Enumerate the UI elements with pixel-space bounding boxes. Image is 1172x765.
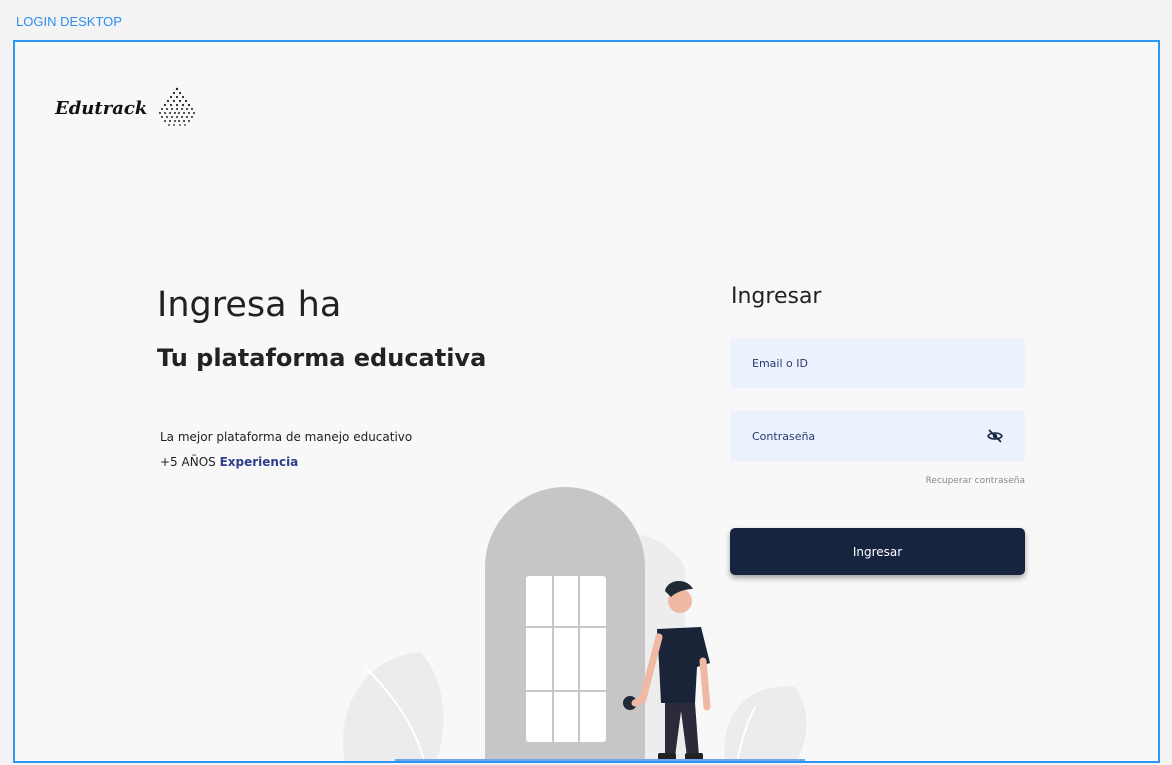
login-title: Ingresar [731, 284, 822, 309]
eye-slash-icon[interactable] [987, 428, 1003, 444]
hero-description: La mejor plataforma de manejo educativo [160, 430, 413, 444]
login-desktop-frame: Edutrack Ingresa ha Tu plataforma educat… [13, 40, 1160, 763]
hero-title: Ingresa ha [157, 285, 342, 325]
brand-logo[interactable]: Edutrack [55, 86, 199, 130]
email-input[interactable] [752, 356, 972, 370]
hero-years-prefix: +5 AÑOS [160, 455, 220, 469]
frame-label: LOGIN DESKTOP [16, 14, 122, 29]
password-field-container[interactable] [730, 411, 1025, 461]
password-input[interactable] [752, 429, 972, 443]
brand-name: Edutrack [55, 97, 148, 119]
hero-years-accent: Experiencia [219, 455, 299, 469]
hero-experience: +5 AÑOS Experiencia [160, 455, 298, 469]
dotted-fan-icon [159, 87, 196, 126]
hero-subtitle: Tu plataforma educativa [157, 344, 487, 372]
person-at-door-illustration [343, 487, 807, 761]
email-field-container[interactable] [730, 338, 1025, 388]
recover-password-link[interactable]: Recuperar contraseña [875, 476, 1025, 486]
login-button[interactable]: Ingresar [730, 528, 1025, 575]
